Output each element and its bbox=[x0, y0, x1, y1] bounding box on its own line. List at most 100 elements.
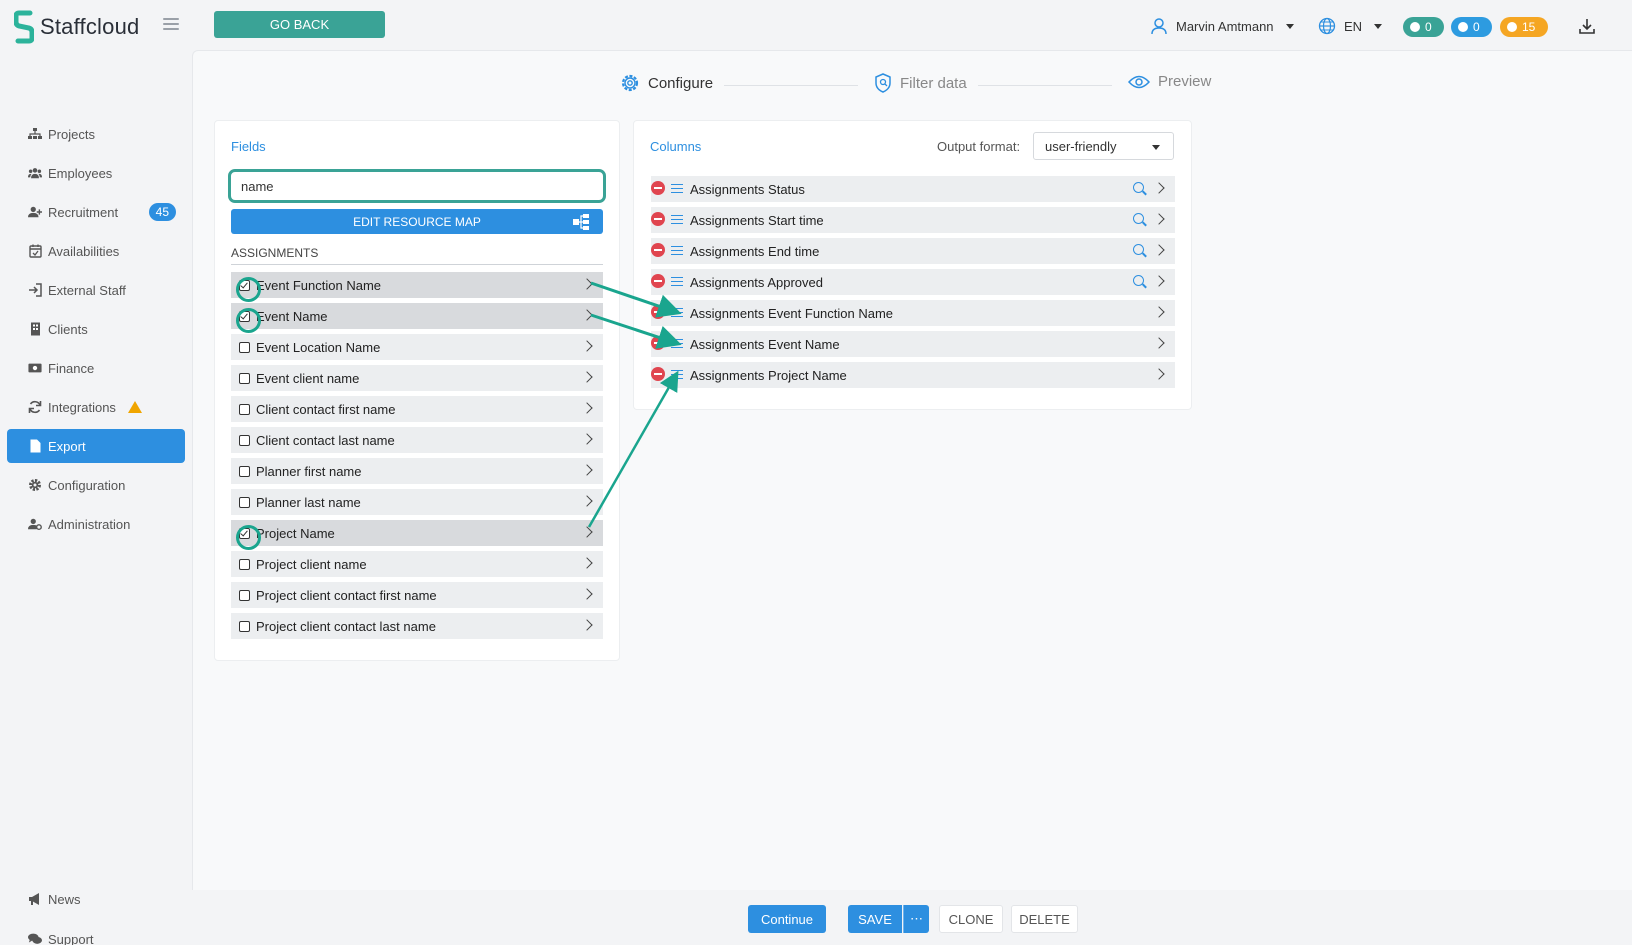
chevron-right-icon[interactable] bbox=[581, 557, 593, 569]
column-item[interactable]: Assignments Status bbox=[651, 176, 1175, 202]
field-item[interactable]: Project Name bbox=[231, 520, 603, 550]
save-button[interactable]: SAVE bbox=[848, 905, 902, 933]
sidebar-item-clients[interactable]: Clients bbox=[7, 312, 185, 346]
column-item[interactable]: Assignments Project Name bbox=[651, 362, 1175, 388]
search-icon[interactable] bbox=[1133, 244, 1144, 255]
field-item[interactable]: Planner first name bbox=[231, 458, 603, 484]
field-checkbox[interactable] bbox=[239, 620, 250, 632]
field-checkbox[interactable] bbox=[236, 524, 261, 550]
chevron-right-icon[interactable] bbox=[581, 619, 593, 631]
chevron-right-icon[interactable] bbox=[581, 588, 593, 600]
chevron-right-icon[interactable] bbox=[1153, 275, 1165, 287]
warnings-counter[interactable]: 15 bbox=[1500, 17, 1548, 37]
column-item[interactable]: Assignments Event Function Name bbox=[651, 300, 1175, 326]
staffcloud-logo-icon bbox=[14, 10, 34, 44]
drag-handle-icon[interactable] bbox=[671, 277, 683, 286]
field-item[interactable]: Planner last name bbox=[231, 489, 603, 515]
continue-button[interactable]: Continue bbox=[748, 905, 826, 933]
sidebar-item-export[interactable]: Export bbox=[7, 429, 185, 463]
field-item[interactable]: Event Location Name bbox=[231, 334, 603, 360]
language-menu[interactable]: EN bbox=[1318, 14, 1383, 38]
field-checkbox[interactable] bbox=[239, 341, 250, 353]
column-item[interactable]: Assignments End time bbox=[651, 238, 1175, 264]
chevron-right-icon[interactable] bbox=[581, 309, 593, 321]
field-checkbox[interactable] bbox=[239, 372, 250, 384]
drag-handle-icon[interactable] bbox=[671, 184, 683, 193]
save-options-button[interactable]: ⋯ bbox=[903, 905, 929, 933]
clone-button[interactable]: CLONE bbox=[939, 905, 1003, 933]
chevron-right-icon[interactable] bbox=[581, 526, 593, 538]
chevron-right-icon[interactable] bbox=[1153, 337, 1165, 349]
drag-handle-icon[interactable] bbox=[671, 308, 683, 317]
output-format-select[interactable]: user-friendly bbox=[1033, 132, 1174, 160]
field-checkbox[interactable] bbox=[236, 307, 261, 333]
messages-counter[interactable]: 0 bbox=[1403, 17, 1444, 37]
field-item[interactable]: Project client contact first name bbox=[231, 582, 603, 608]
field-checkbox[interactable] bbox=[239, 465, 250, 477]
sidebar-item-employees[interactable]: Employees bbox=[7, 156, 185, 190]
remove-icon[interactable] bbox=[651, 274, 665, 288]
drag-handle-icon[interactable] bbox=[671, 370, 683, 379]
fields-search-input[interactable] bbox=[228, 169, 606, 203]
menu-toggle-icon[interactable] bbox=[163, 18, 179, 30]
field-item[interactable]: Client contact last name bbox=[231, 427, 603, 453]
chevron-right-icon[interactable] bbox=[581, 464, 593, 476]
drag-handle-icon[interactable] bbox=[671, 246, 683, 255]
chevron-right-icon[interactable] bbox=[1153, 213, 1165, 225]
chevron-right-icon[interactable] bbox=[581, 371, 593, 383]
sidebar-item-external-staff[interactable]: External Staff bbox=[7, 273, 185, 307]
field-item[interactable]: Client contact first name bbox=[231, 396, 603, 422]
remove-icon[interactable] bbox=[651, 336, 665, 350]
step-configure[interactable]: Configure bbox=[620, 73, 713, 93]
sidebar-item-availabilities[interactable]: Availabilities bbox=[7, 234, 185, 268]
chevron-right-icon[interactable] bbox=[1153, 182, 1165, 194]
field-item[interactable]: Project client contact last name bbox=[231, 613, 603, 639]
field-checkbox[interactable] bbox=[239, 434, 250, 446]
sidebar-item-integrations[interactable]: Integrations bbox=[7, 390, 185, 424]
column-item[interactable]: Assignments Start time bbox=[651, 207, 1175, 233]
chevron-right-icon[interactable] bbox=[581, 433, 593, 445]
field-checkbox[interactable] bbox=[236, 276, 261, 302]
chevron-right-icon[interactable] bbox=[581, 402, 593, 414]
field-item[interactable]: Event Name bbox=[231, 303, 603, 333]
remove-icon[interactable] bbox=[651, 212, 665, 226]
remove-icon[interactable] bbox=[651, 367, 665, 381]
chevron-right-icon[interactable] bbox=[1153, 306, 1165, 318]
chevron-right-icon[interactable] bbox=[581, 278, 593, 290]
sidebar-item-configuration[interactable]: Configuration bbox=[7, 468, 185, 502]
sidebar-item-projects[interactable]: Projects bbox=[7, 117, 185, 151]
drag-handle-icon[interactable] bbox=[671, 339, 683, 348]
sidebar-item-recruitment[interactable]: Recruitment 45 bbox=[7, 195, 185, 229]
remove-icon[interactable] bbox=[651, 181, 665, 195]
column-item[interactable]: Assignments Event Name bbox=[651, 331, 1175, 357]
field-checkbox[interactable] bbox=[239, 496, 250, 508]
edit-resource-map-button[interactable]: EDIT RESOURCE MAP bbox=[231, 209, 603, 234]
app-logo[interactable]: Staffcloud bbox=[14, 10, 139, 44]
sidebar-item-finance[interactable]: Finance bbox=[7, 351, 185, 385]
search-icon[interactable] bbox=[1133, 213, 1144, 224]
step-filter-data[interactable]: Filter data bbox=[874, 73, 967, 93]
chevron-right-icon[interactable] bbox=[581, 340, 593, 352]
download-icon[interactable] bbox=[1578, 17, 1596, 35]
remove-icon[interactable] bbox=[651, 243, 665, 257]
field-checkbox[interactable] bbox=[239, 558, 250, 570]
search-icon[interactable] bbox=[1133, 275, 1144, 286]
field-item[interactable]: Event client name bbox=[231, 365, 603, 391]
field-item[interactable]: Project client name bbox=[231, 551, 603, 577]
chevron-right-icon[interactable] bbox=[581, 495, 593, 507]
drag-handle-icon[interactable] bbox=[671, 215, 683, 224]
chevron-right-icon[interactable] bbox=[1153, 244, 1165, 256]
delete-button[interactable]: DELETE bbox=[1011, 905, 1078, 933]
sidebar-item-administration[interactable]: Administration bbox=[7, 507, 185, 541]
go-back-button[interactable]: GO BACK bbox=[214, 11, 385, 38]
notifications-counter[interactable]: 0 bbox=[1451, 17, 1492, 37]
remove-icon[interactable] bbox=[651, 305, 665, 319]
step-preview[interactable]: Preview bbox=[1128, 73, 1211, 90]
chevron-right-icon[interactable] bbox=[1153, 368, 1165, 380]
field-item[interactable]: Event Function Name bbox=[231, 272, 603, 302]
column-item[interactable]: Assignments Approved bbox=[651, 269, 1175, 295]
field-checkbox[interactable] bbox=[239, 403, 250, 415]
user-menu[interactable]: Marvin Amtmann bbox=[1150, 14, 1294, 38]
field-checkbox[interactable] bbox=[239, 589, 250, 601]
search-icon[interactable] bbox=[1133, 182, 1144, 193]
